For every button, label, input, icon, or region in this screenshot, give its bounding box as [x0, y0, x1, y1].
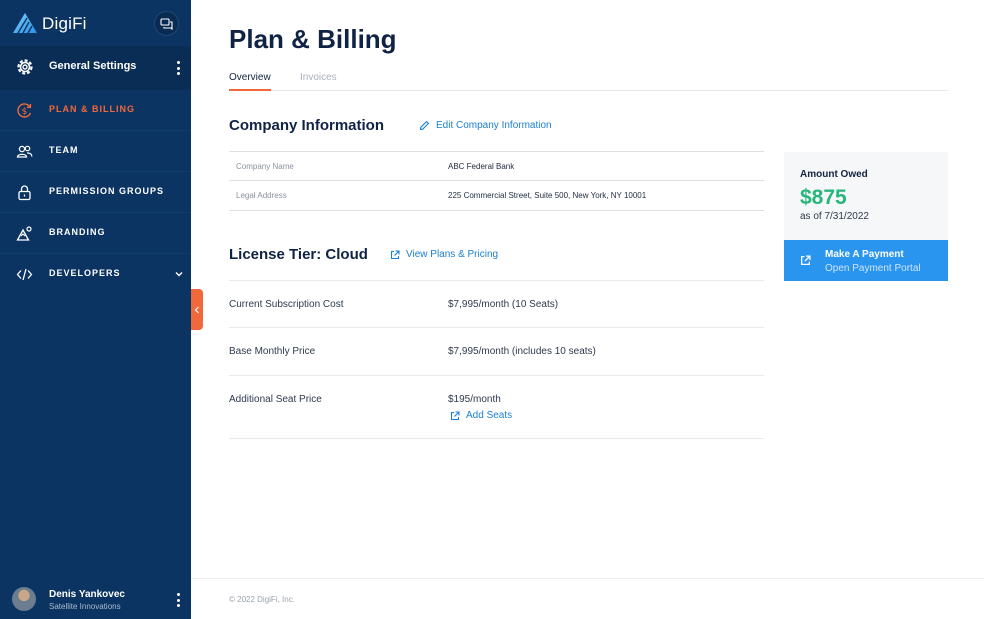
copyright-text: © 2022 DigiFi, Inc. — [229, 595, 295, 604]
seat-price-value: $195/month — [448, 394, 501, 405]
tab-overview[interactable]: Overview — [229, 72, 271, 91]
table-row: Base Monthly Price $7,995/month (include… — [229, 327, 764, 375]
footer: © 2022 DigiFi, Inc. — [191, 578, 984, 619]
user-profile[interactable]: Denis Yankovec Satellite Innovations — [0, 580, 191, 619]
base-price-label: Base Monthly Price — [229, 346, 316, 357]
view-plans-label: View Plans & Pricing — [406, 249, 499, 260]
main-content: Plan & Billing Overview Invoices Company… — [191, 0, 984, 619]
make-payment-button[interactable]: Make A Payment Open Payment Portal — [784, 240, 948, 281]
chat-icon — [160, 17, 173, 30]
lock-icon — [18, 185, 31, 201]
table-row: Current Subscription Cost $7,995/month (… — [229, 280, 764, 327]
sidebar-item-label: TEAM — [49, 145, 79, 155]
sidebar-item-label: PERMISSION GROUPS — [49, 186, 165, 196]
user-menu-icon[interactable] — [176, 593, 180, 607]
company-name-label: Company Name — [236, 162, 294, 171]
billing-icon: $ — [17, 103, 32, 118]
pencil-icon — [419, 120, 430, 131]
sidebar-item-label: PLAN & BILLING — [49, 104, 135, 114]
sidebar-item-branding[interactable]: BRANDING — [0, 213, 191, 254]
sidebar-item-label: DEVELOPERS — [49, 268, 121, 278]
chevron-down-icon[interactable] — [174, 269, 184, 279]
table-row: Legal Address 225 Commercial Street, Sui… — [229, 181, 764, 211]
chat-button[interactable] — [154, 11, 179, 36]
tab-bar: Overview Invoices — [229, 72, 948, 91]
subscription-cost-value: $7,995/month (10 Seats) — [448, 299, 559, 310]
settings-menu-icon[interactable] — [176, 61, 180, 75]
sidebar-item-developers[interactable]: DEVELOPERS — [0, 254, 191, 295]
edit-company-info-link[interactable]: Edit Company Information — [419, 120, 552, 131]
amount-owed-date: as of 7/31/2022 — [800, 211, 869, 222]
general-settings-label: General Settings — [49, 60, 137, 72]
gear-icon — [17, 59, 33, 75]
sidebar-item-permission-groups[interactable]: PERMISSION GROUPS — [0, 172, 191, 213]
company-info-title: Company Information — [229, 117, 385, 134]
code-icon — [16, 268, 33, 281]
sidebar-item-plan-billing[interactable]: $ PLAN & BILLING — [0, 90, 191, 131]
amount-owed-card: Amount Owed $875 as of 7/31/2022 — [784, 152, 948, 240]
external-link-icon — [800, 255, 811, 266]
app-name: DigiFi — [42, 14, 87, 33]
sidebar-item-label: BRANDING — [49, 227, 106, 237]
payment-portal-label: Open Payment Portal — [825, 263, 921, 274]
add-seats-link[interactable]: Add Seats — [450, 410, 512, 421]
table-row: Additional Seat Price $195/month Add Sea… — [229, 375, 764, 438]
avatar — [12, 587, 36, 611]
divider — [229, 438, 764, 439]
edit-company-info-label: Edit Company Information — [436, 120, 552, 131]
user-organization: Satellite Innovations — [49, 602, 121, 611]
team-icon — [16, 145, 33, 158]
amount-owed-value: $875 — [800, 186, 847, 209]
legal-address-value: 225 Commercial Street, Suite 500, New Yo… — [448, 191, 647, 200]
make-payment-label: Make A Payment — [825, 249, 904, 260]
digifi-logo-icon — [13, 13, 37, 34]
branding-icon — [16, 226, 32, 241]
company-name-value: ABC Federal Bank — [448, 162, 515, 171]
license-tier-title: License Tier: Cloud — [229, 246, 368, 263]
sidebar-item-team[interactable]: TEAM — [0, 131, 191, 172]
sidebar: DigiFi General Settings $ PLAN & BILLING — [0, 0, 191, 619]
base-price-value: $7,995/month (includes 10 seats) — [448, 346, 596, 357]
seat-price-label: Additional Seat Price — [229, 394, 322, 405]
svg-text:$: $ — [22, 107, 28, 117]
external-link-icon — [390, 249, 400, 259]
amount-owed-title: Amount Owed — [800, 169, 868, 180]
subscription-cost-label: Current Subscription Cost — [229, 299, 344, 310]
tab-invoices[interactable]: Invoices — [300, 72, 337, 91]
user-name: Denis Yankovec — [49, 589, 125, 600]
table-row: Company Name ABC Federal Bank — [229, 151, 764, 181]
company-info-table: Company Name ABC Federal Bank Legal Addr… — [229, 151, 764, 211]
external-link-icon — [450, 410, 460, 420]
logo-row: DigiFi — [0, 0, 191, 46]
general-settings-row[interactable]: General Settings — [0, 46, 191, 90]
page-title: Plan & Billing — [229, 24, 397, 54]
add-seats-label: Add Seats — [466, 410, 513, 421]
legal-address-label: Legal Address — [236, 191, 287, 200]
view-plans-link[interactable]: View Plans & Pricing — [390, 249, 498, 260]
